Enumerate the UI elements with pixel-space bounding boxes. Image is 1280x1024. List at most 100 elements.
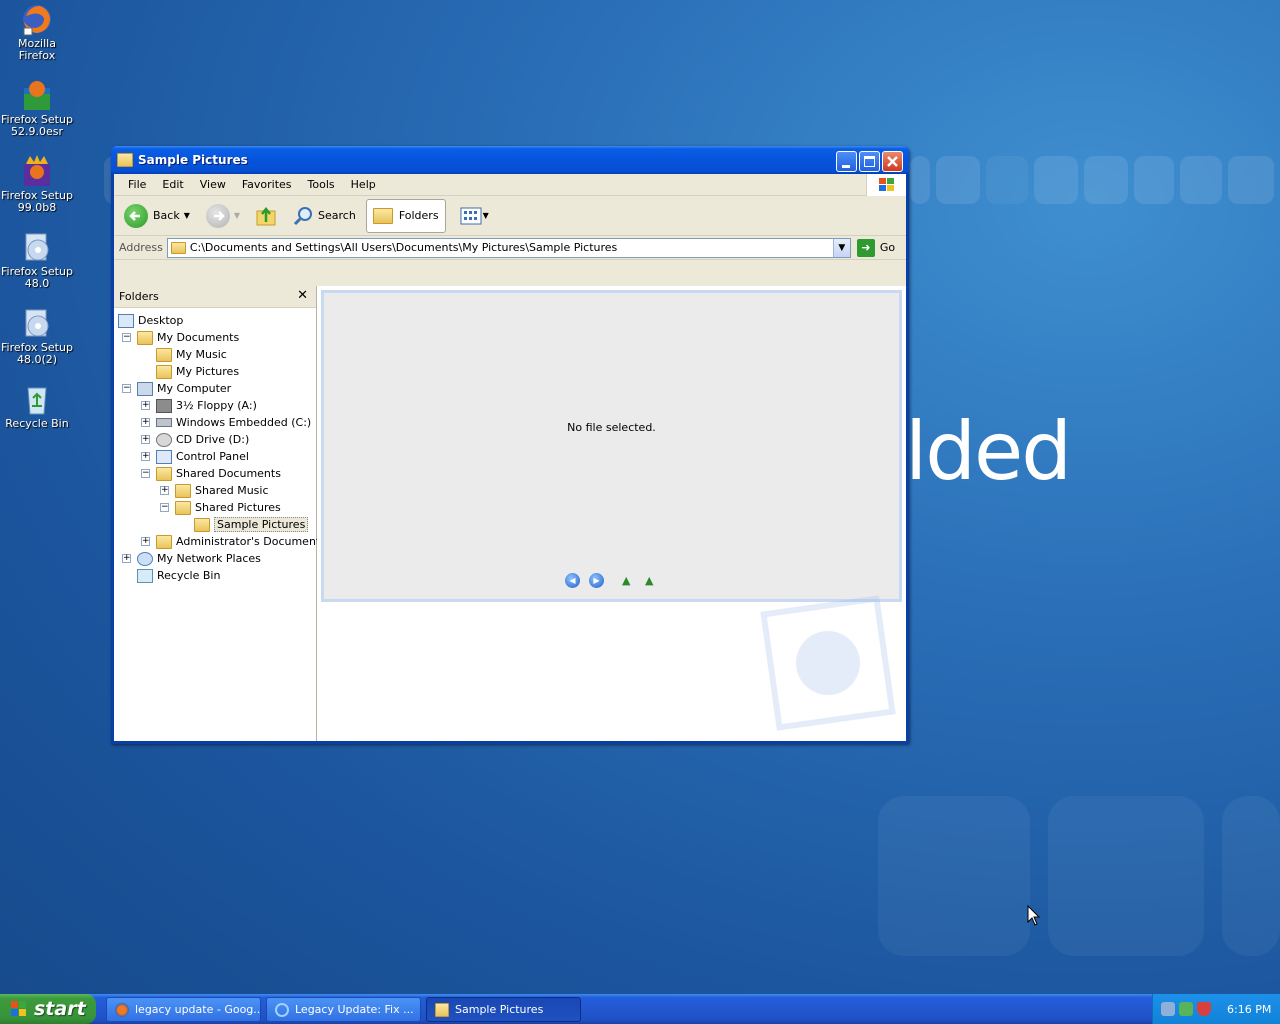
go-button[interactable]: ➜ Go	[856, 238, 895, 257]
windows-logo	[866, 174, 906, 196]
tree-item-shared-music[interactable]: Shared Music	[175, 482, 269, 499]
tree-item-label: Recycle Bin	[157, 569, 221, 582]
wallpaper-tile	[1228, 156, 1274, 204]
recycle-bin-icon	[137, 568, 153, 583]
folder-view: No file selected. ◀ ▶ ▲ ▲	[317, 286, 906, 741]
tree-item-floppy[interactable]: 3½ Floppy (A:)	[156, 397, 257, 414]
menu-help[interactable]: Help	[343, 178, 384, 191]
folder-icon	[175, 483, 191, 498]
desktop-icon-recycle-bin[interactable]: Recycle Bin	[0, 382, 74, 430]
clock[interactable]: 6:16 PM	[1227, 1003, 1271, 1016]
tree-item-my-pictures[interactable]: My Pictures	[156, 363, 239, 380]
close-folders-pane-icon[interactable]: ✕	[297, 288, 308, 303]
taskbar-button-legacy-update[interactable]: Legacy Update: Fix ...	[266, 997, 421, 1022]
expand-toggle[interactable]: +	[141, 401, 150, 410]
forward-button[interactable]: ▼	[202, 199, 244, 233]
search-button[interactable]: Search	[288, 199, 360, 233]
image-preview: No file selected. ◀ ▶ ▲ ▲	[321, 290, 902, 602]
folders-button[interactable]: Folders	[365, 198, 446, 233]
tree-item-control-panel[interactable]: Control Panel	[156, 448, 249, 465]
tree-item-my-documents[interactable]: My Documents	[137, 329, 239, 346]
hard-drive-icon	[156, 418, 172, 427]
task-label: Sample Pictures	[455, 1003, 544, 1016]
menu-edit[interactable]: Edit	[154, 178, 191, 191]
menu-favorites[interactable]: Favorites	[234, 178, 300, 191]
rotate-clockwise-button[interactable]: ▲	[622, 574, 638, 587]
folders-pane-title: Folders	[119, 290, 159, 303]
back-button[interactable]: Back ▼	[120, 199, 194, 233]
folders-icon	[372, 207, 393, 224]
tree-item-drive-c[interactable]: Windows Embedded (C:)	[156, 414, 311, 431]
collapse-toggle[interactable]: −	[141, 469, 150, 478]
update-icon[interactable]	[1179, 1002, 1193, 1016]
menu-tools[interactable]: Tools	[300, 178, 343, 191]
up-folder-button[interactable]	[250, 199, 282, 233]
menu-file[interactable]: File	[120, 178, 154, 191]
tree-item-my-music[interactable]: My Music	[156, 346, 227, 363]
rotate-counterclockwise-button[interactable]: ▲	[645, 574, 661, 587]
tree-item-shared-documents[interactable]: Shared Documents	[156, 465, 281, 482]
address-dropdown-button[interactable]: ▼	[832, 238, 850, 257]
expand-toggle[interactable]: +	[141, 452, 150, 461]
search-label: Search	[318, 209, 356, 222]
tree-item-shared-pictures[interactable]: Shared Pictures	[175, 499, 281, 516]
security-shield-icon[interactable]	[1197, 1002, 1211, 1016]
forward-dropdown-icon[interactable]: ▼	[234, 211, 240, 220]
tree-item-desktop[interactable]: Desktop	[118, 312, 183, 329]
pictures-folder-icon	[156, 364, 172, 379]
recycle-bin-icon	[20, 382, 54, 416]
tree-item-sample-pictures[interactable]: Sample Pictures	[194, 516, 309, 533]
installer-cd-icon	[20, 230, 54, 264]
window-titlebar[interactable]: Sample Pictures	[111, 146, 909, 174]
views-button[interactable]: ▼	[456, 199, 493, 233]
expand-toggle[interactable]: +	[141, 435, 150, 444]
address-input[interactable]: C:\Documents and Settings\All Users\Docu…	[166, 237, 851, 258]
tree-item-label: My Pictures	[176, 365, 240, 378]
expand-toggle[interactable]: +	[141, 537, 150, 546]
taskbar-button-sample-pictures[interactable]: Sample Pictures	[426, 997, 581, 1022]
windows-flag-icon	[879, 178, 894, 191]
folder-icon	[117, 153, 133, 167]
next-image-button[interactable]: ▶	[589, 573, 604, 588]
desktop-icon-firefox-setup-48-2[interactable]: Firefox Setup 48.0(2)	[0, 306, 74, 366]
expand-toggle[interactable]: +	[141, 418, 150, 427]
desktop-icon-firefox-setup-48[interactable]: Firefox Setup 48.0	[0, 230, 74, 290]
expand-toggle[interactable]: +	[122, 554, 131, 563]
firefox-icon	[20, 2, 54, 36]
network-icon[interactable]	[1161, 1002, 1175, 1016]
views-dropdown-icon[interactable]: ▼	[483, 211, 489, 220]
taskbar-button-google[interactable]: legacy update - Goog...	[106, 997, 261, 1022]
desktop-icon-firefox-setup-99[interactable]: Firefox Setup 99.0b8	[0, 154, 74, 214]
back-dropdown-icon[interactable]: ▼	[184, 211, 190, 220]
wallpaper-tile	[1180, 156, 1222, 204]
previous-image-button[interactable]: ◀	[565, 573, 580, 588]
collapse-toggle[interactable]: −	[122, 384, 131, 393]
tree-item-cd-drive[interactable]: CD Drive (D:)	[156, 431, 249, 448]
my-documents-icon	[137, 330, 153, 345]
tree-item-my-network-places[interactable]: My Network Places	[137, 550, 261, 567]
desktop-icon-firefox[interactable]: Mozilla Firefox	[0, 2, 74, 62]
collapse-toggle[interactable]: −	[122, 333, 131, 342]
tree-item-administrators-documents[interactable]: Administrator's Documents	[156, 533, 326, 550]
tree-item-my-computer[interactable]: My Computer	[137, 380, 231, 397]
cd-drive-icon	[156, 432, 172, 447]
tree-item-label: My Network Places	[157, 552, 261, 565]
back-label: Back	[153, 209, 180, 222]
menu-view[interactable]: View	[192, 178, 234, 191]
network-places-icon	[137, 551, 153, 566]
desktop-icon-label: Firefox Setup 99.0b8	[1, 189, 73, 214]
desktop-icon	[118, 313, 134, 328]
wallpaper-tile	[1034, 156, 1078, 204]
minimize-button[interactable]	[836, 151, 857, 172]
tree-item-recycle-bin[interactable]: Recycle Bin	[137, 567, 220, 584]
start-button[interactable]: start	[0, 994, 96, 1024]
close-button[interactable]	[882, 151, 903, 172]
music-folder-icon	[156, 347, 172, 362]
maximize-button[interactable]	[859, 151, 880, 172]
minimize-icon	[842, 165, 850, 168]
expand-toggle[interactable]: +	[160, 486, 169, 495]
wallpaper-tile	[878, 796, 1030, 956]
desktop-icon-firefox-setup-52[interactable]: Firefox Setup 52.9.0esr	[0, 78, 74, 138]
collapse-toggle[interactable]: −	[160, 503, 169, 512]
tree-item-label: My Documents	[157, 331, 240, 344]
